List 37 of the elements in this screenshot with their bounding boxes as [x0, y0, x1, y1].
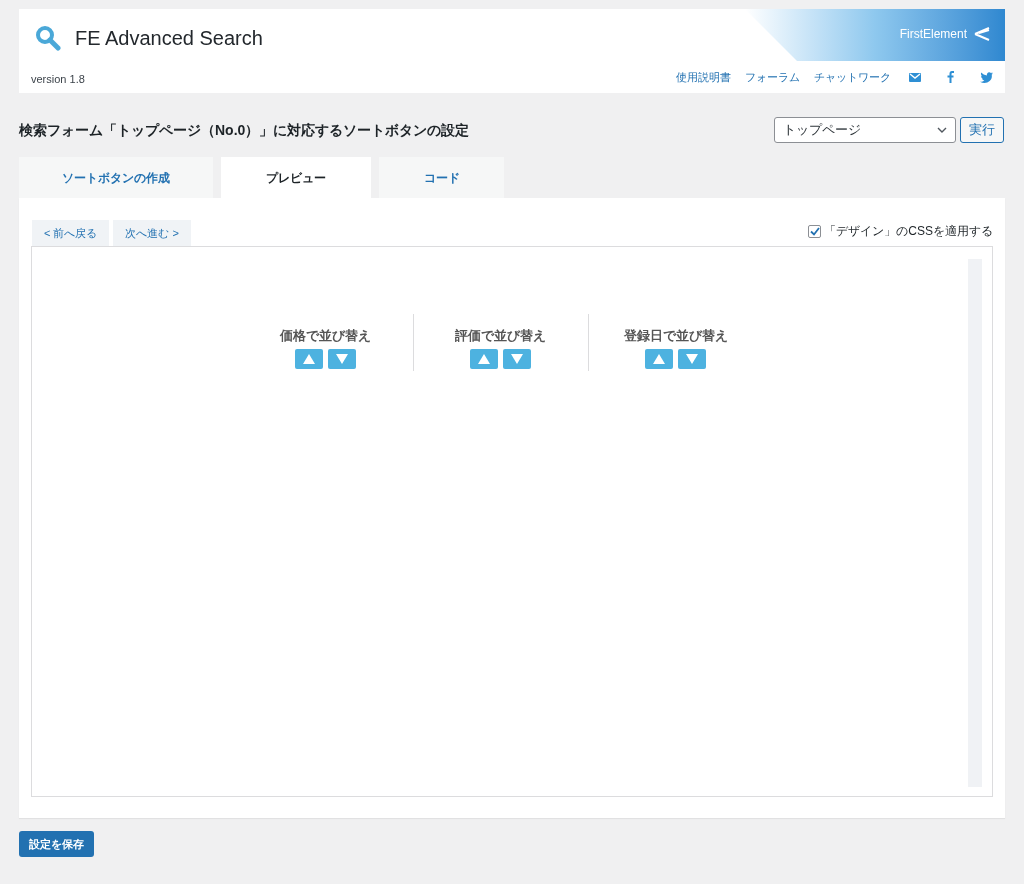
sort-descending-button[interactable] [503, 348, 531, 369]
facebook-icon[interactable] [947, 71, 954, 84]
checkbox-label: 「デザイン」のCSSを適用する [824, 223, 993, 240]
run-button[interactable]: 実行 [960, 117, 1004, 143]
page-title: 検索フォーム「トップページ（No.0）」に対応するソートボタンの設定 [19, 120, 470, 140]
down-arrow-icon [686, 353, 698, 364]
tab[interactable]: ソートボタンの作成 [19, 157, 213, 198]
nav-button[interactable]: < 前へ戻る [32, 220, 110, 246]
header-link[interactable]: チャットワーク [814, 69, 891, 86]
down-arrow-icon [511, 353, 523, 364]
sort-ascending-button[interactable] [645, 348, 673, 369]
search-icon [35, 25, 61, 51]
version-text: version 1.8 [31, 72, 85, 87]
tab[interactable]: コード [379, 157, 504, 198]
app-title: FE Advanced Search [75, 26, 263, 51]
up-arrow-icon [653, 353, 665, 364]
brand-name: FirstElement [899, 26, 967, 43]
bird-icon[interactable] [980, 71, 993, 83]
sort-label: 価格で並び替え [279, 327, 371, 345]
chevron-icon [937, 127, 947, 133]
sort-label: 評価で並び替え [455, 327, 546, 345]
css-checkbox[interactable] [808, 224, 822, 238]
header-link[interactable]: 使用説明書 [676, 69, 731, 86]
save-button[interactable]: 設定を保存 [19, 831, 94, 857]
sort-descending-button[interactable] [678, 348, 706, 369]
tab[interactable]: プレビュー [221, 157, 371, 198]
sort-ascending-button[interactable] [470, 348, 498, 369]
form-select[interactable]: トップページ [774, 117, 956, 143]
nav-button[interactable]: 次へ進む > [113, 220, 191, 246]
sort-descending-button[interactable] [327, 348, 356, 369]
up-arrow-icon [478, 353, 490, 364]
up-arrow-icon [302, 353, 315, 364]
sort-ascending-button[interactable] [294, 348, 323, 369]
header-link[interactable]: フォーラム [745, 69, 800, 86]
mail-icon[interactable] [909, 72, 921, 82]
down-arrow-icon [335, 353, 348, 364]
sort-label: 登録日で並び替え [623, 327, 728, 345]
